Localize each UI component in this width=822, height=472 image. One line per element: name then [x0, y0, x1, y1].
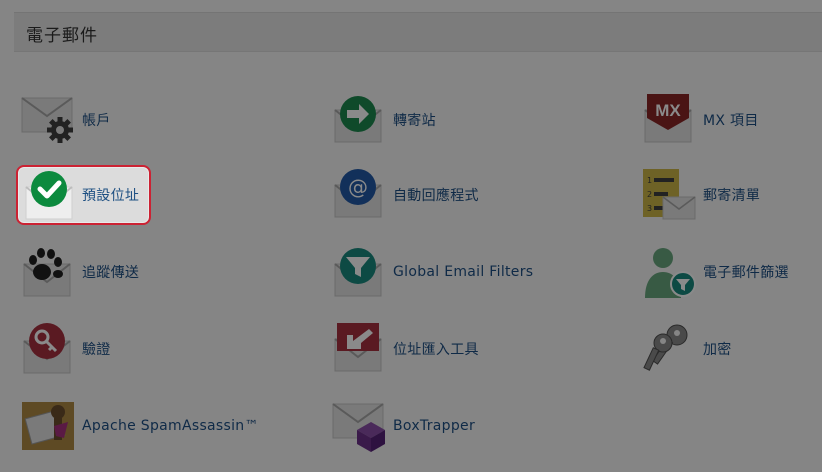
item-label: 加密	[703, 342, 732, 358]
mailing-list-icon: 1 2 3	[641, 167, 697, 221]
item-label: 郵寄清單	[703, 188, 761, 204]
item-boxtrapper[interactable]: BoxTrapper	[327, 396, 547, 456]
envelope-gear-icon	[20, 92, 76, 146]
item-autoresponders[interactable]: @ 自動回應程式	[327, 165, 547, 225]
item-forwarders[interactable]: 轉寄站	[327, 90, 547, 150]
envelope-box-icon	[331, 398, 387, 452]
item-default-address[interactable]: 預設位址	[16, 165, 151, 225]
svg-text:@: @	[348, 175, 368, 199]
item-address-importer[interactable]: 位址匯入工具	[327, 319, 547, 379]
item-label: 自動回應程式	[393, 188, 479, 204]
item-spamassassin[interactable]: Apache SpamAssassin™	[16, 396, 276, 456]
section-title: 電子郵件	[26, 26, 98, 46]
svg-text:1: 1	[647, 176, 652, 185]
item-encryption[interactable]: 加密	[637, 319, 817, 379]
spamassassin-icon	[20, 398, 76, 452]
item-track-delivery[interactable]: 追蹤傳送	[16, 242, 216, 302]
item-email-filters[interactable]: 電子郵件篩選	[637, 242, 817, 302]
item-label: Global Email Filters	[393, 264, 534, 280]
item-mailing-lists[interactable]: 1 2 3 郵寄清單	[637, 165, 817, 225]
envelope-checkmark-icon	[22, 169, 78, 223]
item-label: 轉寄站	[393, 113, 436, 129]
item-label: 驗證	[82, 342, 111, 358]
email-section-header: 電子郵件	[14, 12, 822, 52]
item-authentication[interactable]: 驗證	[16, 319, 216, 379]
envelope-pawprint-icon	[20, 244, 76, 298]
svg-text:MX: MX	[655, 101, 681, 120]
envelope-at-sign-icon: @	[331, 167, 387, 221]
svg-text:3: 3	[647, 204, 652, 213]
envelope-import-arrow-icon	[331, 321, 387, 375]
item-label: MX 項目	[703, 113, 759, 129]
item-label: 電子郵件篩選	[703, 265, 789, 281]
item-mx-entry[interactable]: MX MX 項目	[637, 90, 817, 150]
svg-text:2: 2	[647, 190, 652, 199]
item-label: 預設位址	[82, 188, 140, 204]
keys-icon	[641, 321, 697, 375]
item-label: Apache SpamAssassin™	[82, 418, 259, 434]
user-funnel-icon	[641, 244, 697, 298]
item-label: 位址匯入工具	[393, 342, 479, 358]
envelope-funnel-icon	[331, 244, 387, 298]
envelope-mx-icon: MX	[641, 92, 697, 146]
item-label: BoxTrapper	[393, 418, 475, 434]
item-label: 追蹤傳送	[82, 265, 140, 281]
item-label: 帳戶	[82, 113, 111, 129]
envelope-forward-arrow-icon	[331, 92, 387, 146]
item-accounts[interactable]: 帳戶	[16, 90, 216, 150]
item-global-email-filters[interactable]: Global Email Filters	[327, 242, 567, 302]
envelope-key-icon	[20, 321, 76, 375]
